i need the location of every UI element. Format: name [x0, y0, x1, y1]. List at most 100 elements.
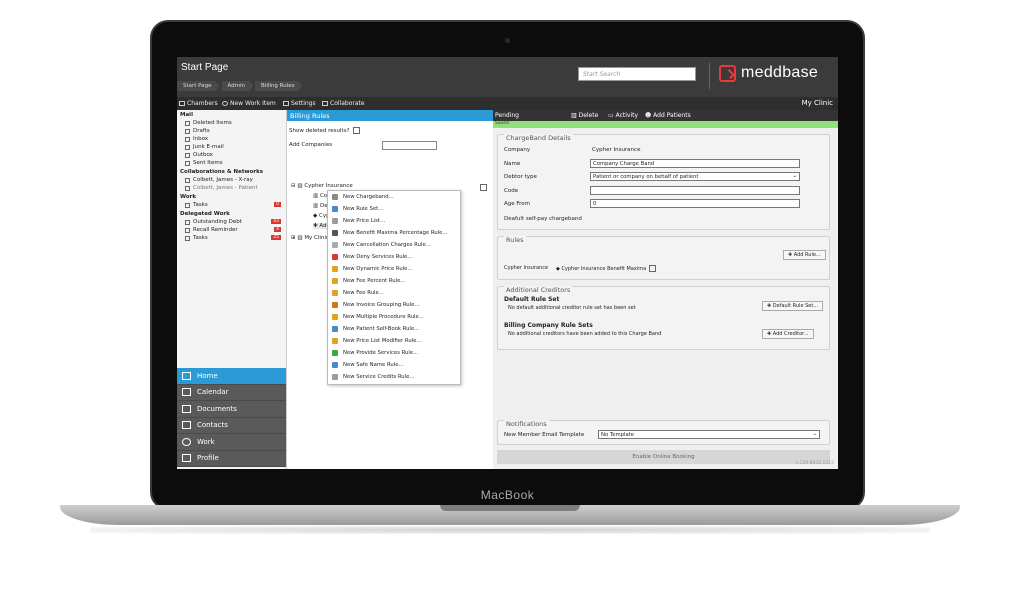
folder-inbox[interactable]: Inbox — [177, 135, 286, 143]
left-navigation: Mail Deleted Items Drafts Inbox Junk E-m… — [177, 110, 287, 469]
billing-company-heading: Billing Company Rule Sets — [504, 322, 593, 329]
dynamic-price-icon — [332, 266, 338, 272]
context-menu: New Chargeband... New Rule Set... New Pr… — [327, 190, 461, 385]
tree-company[interactable]: ⊟ ▥ Cypher Insurance — [291, 183, 353, 189]
nav-profile[interactable]: Profile — [177, 450, 286, 467]
email-template-label: New Member Email Template — [504, 432, 585, 438]
add-companies-input[interactable] — [382, 141, 437, 150]
fee-percent-icon — [332, 278, 338, 284]
collaborate-button[interactable]: Collaborate — [322, 100, 365, 107]
work-tasks[interactable]: Tasks 0 — [177, 201, 286, 209]
chargeband-icon — [332, 194, 338, 200]
breadcrumb-start-page[interactable]: Start Page — [177, 81, 220, 91]
folder-deleted-items[interactable]: Deleted Items — [177, 119, 286, 127]
breadcrumb-billing-rules[interactable]: Billing Rules — [255, 81, 303, 91]
tasks-icon — [185, 202, 190, 208]
delegated-tasks[interactable]: Tasks 25 — [177, 234, 286, 242]
junk-icon — [185, 144, 190, 150]
nav-work[interactable]: Work — [177, 434, 286, 451]
menu-new-chargeband[interactable]: New Chargeband... — [328, 191, 460, 203]
saved-status-bar: Saved — [493, 121, 838, 128]
rule-set-icon — [332, 206, 338, 212]
settings-button[interactable]: Settings — [283, 100, 316, 107]
email-template-select[interactable]: No Template ⌄ — [598, 430, 820, 439]
add-rule-button[interactable]: ✚ Add Rule... — [783, 250, 826, 260]
menu-new-patient-self-book[interactable]: New Patient Self-Book Rule... — [328, 323, 460, 335]
bottom-navigation: Home Calendar Documents Contacts Work Pr… — [177, 368, 286, 467]
nav-documents[interactable]: Documents — [177, 401, 286, 418]
debtor-type-select[interactable]: Patient or company on behalf of patient ⌄ — [590, 172, 800, 181]
default-rule-set-text: No default additional creditor rule set … — [508, 305, 636, 311]
laptop-notch — [440, 505, 580, 511]
menu-new-deny-services[interactable]: New Deny Services Rule... — [328, 251, 460, 263]
settings-icon — [283, 101, 289, 106]
default-self-pay-label: Deafult self-pay chargeband — [504, 216, 582, 222]
nav-calendar[interactable]: Calendar — [177, 384, 286, 401]
tree-my-clinic[interactable]: ⊞ ▥ My Clinic — [291, 235, 329, 241]
pending-label: Pending — [495, 112, 519, 119]
documents-icon — [182, 404, 191, 413]
rules-benefit-maxima[interactable]: ◆ Cypher Insurance Benefit Maxima — [556, 265, 657, 272]
tasks-icon — [185, 235, 190, 241]
company-value: Cypher Insurance — [592, 147, 641, 153]
menu-new-price-list-modifier[interactable]: New Price List Modifier Rule... — [328, 335, 460, 347]
company-label: Company — [504, 147, 531, 153]
outbox-icon — [185, 152, 190, 158]
nav-contacts[interactable]: Contacts — [177, 417, 286, 434]
collab-item-patient[interactable]: Colbett, James - Patient — [177, 184, 286, 192]
folder-junk[interactable]: Junk E-mail — [177, 143, 286, 151]
menu-new-provide-services[interactable]: New Provide Services Rule... — [328, 347, 460, 359]
delegated-outstanding-debt[interactable]: Outstanding Debt 43 — [177, 218, 286, 226]
collab-item-xray[interactable]: Colbett, James - X-ray — [177, 176, 286, 184]
delegated-recall-reminder[interactable]: Recall Reminder 4 — [177, 226, 286, 234]
inbox-icon — [185, 136, 190, 142]
enable-online-booking-button[interactable]: Enable Online Booking — [497, 450, 830, 464]
app-screen: Start Page Start Page Admin Billing Rule… — [177, 57, 838, 469]
patient-icon — [332, 326, 338, 332]
search-input[interactable]: Start Search — [578, 67, 696, 81]
menu-new-price-list[interactable]: New Price List... — [328, 215, 460, 227]
menu-new-multiple-procedure[interactable]: New Multiple Procedure Rule... — [328, 311, 460, 323]
add-creditor-button[interactable]: ✚ Add Creditor... — [762, 329, 814, 339]
show-deleted-checkbox[interactable] — [352, 127, 360, 134]
folder-sent[interactable]: Sent Items — [177, 159, 286, 167]
menu-new-benefit-maxima[interactable]: New Benefit Maxima Percentage Rule... — [328, 227, 460, 239]
menu-new-rule-set[interactable]: New Rule Set... — [328, 203, 460, 215]
menu-new-invoice-grouping[interactable]: New Invoice Grouping Rule... — [328, 299, 460, 311]
nav-home[interactable]: Home — [177, 368, 286, 385]
menu-new-cancellation-charges[interactable]: New Cancellation Charges Rule... — [328, 239, 460, 251]
default-rule-set-button[interactable]: ✚ Default Rule Set... — [762, 301, 824, 311]
activity-button[interactable]: ▭ Activity — [608, 112, 638, 119]
additional-creditors-group: Additional Creditors Default Rule Set No… — [497, 286, 830, 350]
menu-new-fee[interactable]: New Fee Rule... — [328, 287, 460, 299]
folder-outbox[interactable]: Outbox — [177, 151, 286, 159]
code-field[interactable] — [590, 186, 800, 195]
add-patients-button[interactable]: ☻ Add Patients — [645, 112, 691, 119]
chambers-button[interactable]: Chambers — [179, 100, 218, 107]
menu-new-fee-percent[interactable]: New Fee Percent Rule... — [328, 275, 460, 287]
delete-button[interactable]: ▥ Delete — [571, 112, 598, 119]
safe-name-icon — [332, 362, 338, 368]
menu-new-safe-name[interactable]: New Safe Name Rule... — [328, 359, 460, 371]
breadcrumb-admin[interactable]: Admin — [221, 81, 254, 91]
rule-checkbox[interactable] — [649, 265, 657, 272]
chargeband-details-group: ChargeBand Details Company Cypher Insura… — [497, 134, 830, 230]
company-checkbox[interactable] — [480, 184, 487, 191]
credits-icon — [332, 374, 338, 380]
debt-count-badge: 43 — [271, 219, 281, 224]
people-icon — [185, 177, 190, 183]
menu-new-service-credits[interactable]: New Service Credits Rule... — [328, 371, 460, 383]
clinic-name[interactable]: My Clinic — [802, 99, 833, 107]
menu-new-dynamic-price[interactable]: New Dynamic Price Rule... — [328, 263, 460, 275]
delegated-heading: Delegated Work — [180, 211, 230, 217]
show-deleted-row: Show deleted results? — [289, 127, 360, 134]
name-field[interactable]: Company Charge Band — [590, 159, 800, 168]
new-work-item-button[interactable]: New Work Item — [222, 100, 276, 107]
debtor-type-label: Debtor type — [504, 174, 537, 180]
rules-title: Rules — [504, 236, 526, 244]
breadcrumb: Start Page Admin Billing Rules — [177, 81, 304, 91]
age-from-field[interactable]: 0 — [590, 199, 800, 208]
folder-drafts[interactable]: Drafts — [177, 127, 286, 135]
trash-icon — [332, 242, 338, 248]
tag-icon — [185, 219, 190, 225]
